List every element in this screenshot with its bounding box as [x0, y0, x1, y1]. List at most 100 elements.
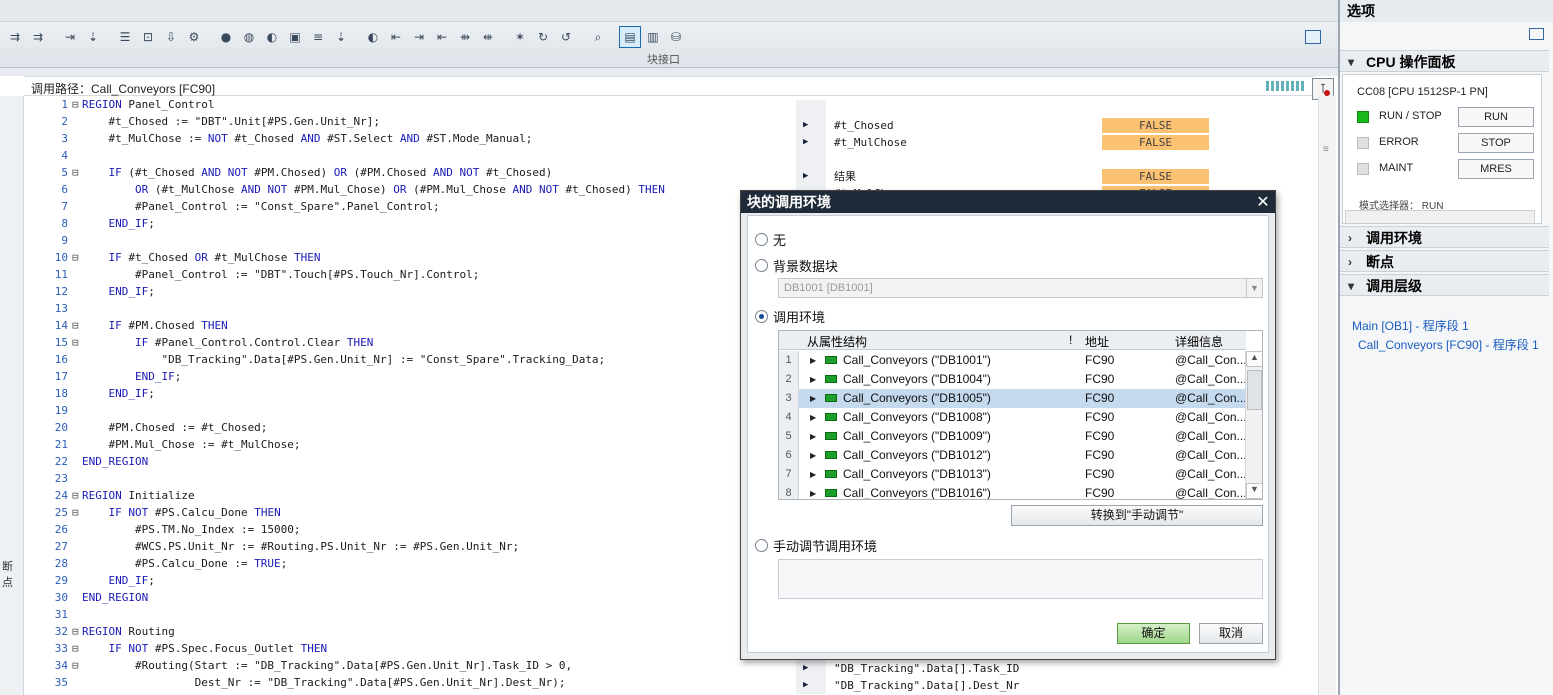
- goto-icon[interactable]: ⇣: [82, 26, 104, 48]
- fold-icon[interactable]: ⊟: [72, 96, 82, 113]
- expand-icon[interactable]: ▶: [796, 168, 826, 185]
- code-line[interactable]: 15 ⊟ IF #Panel_Control.Control.Clear THEN: [24, 334, 796, 351]
- editor-splitter[interactable]: [0, 68, 1338, 76]
- col-address[interactable]: 地址: [1085, 333, 1109, 350]
- expand-icon[interactable]: [796, 151, 826, 168]
- expand-icon[interactable]: [796, 100, 826, 117]
- expand-icon[interactable]: ▶: [810, 389, 816, 408]
- ok-button[interactable]: 确定: [1117, 623, 1190, 644]
- breakpoint-gutter[interactable]: 断点: [0, 96, 24, 695]
- call-environment-row[interactable]: 8 ▶ Call_Conveyors ("DB1016") FC90 @Call_Con…: [779, 484, 1247, 499]
- code-line[interactable]: 9: [24, 232, 796, 249]
- cpu-panel-section[interactable]: ▾ CPU 操作面板: [1340, 50, 1549, 72]
- radio-manual[interactable]: [755, 539, 768, 552]
- expand-icon[interactable]: ▶: [810, 465, 816, 484]
- indent-less-icon[interactable]: ⇥: [408, 26, 430, 48]
- scl-code-editor[interactable]: 1 ⊟ REGION Panel_Control 2 #t_Chosed := "DB…: [24, 96, 796, 695]
- fold-icon[interactable]: ⊟: [72, 164, 82, 181]
- code-line[interactable]: 20 #PM.Chosed := #t_Chosed;: [24, 419, 796, 436]
- code-line[interactable]: 13: [24, 300, 796, 317]
- align-icon[interactable]: ⇉: [27, 26, 49, 48]
- call-environment-row[interactable]: 2 ▶ Call_Conveyors ("DB1004") FC90 @Call_Con…: [779, 370, 1247, 389]
- code-line[interactable]: 6 OR (#t_MulChose AND NOT #PM.Mul_Chose)…: [24, 181, 796, 198]
- expand-icon[interactable]: ▶: [810, 370, 816, 389]
- database-icon[interactable]: ⛁: [665, 26, 687, 48]
- expand-icon[interactable]: ▶: [810, 351, 816, 370]
- close-icon[interactable]: ✕: [1253, 192, 1273, 212]
- code-line[interactable]: 23: [24, 470, 796, 487]
- call-hierarchy-section[interactable]: ▾ 调用层级: [1340, 274, 1549, 296]
- call-hierarchy-item[interactable]: Main [OB1] - 程序段 1: [1352, 317, 1469, 334]
- manual-call-environment-field[interactable]: [778, 559, 1263, 599]
- snippet-icon[interactable]: ✶: [509, 26, 531, 48]
- expand-icon[interactable]: ▶: [810, 408, 816, 427]
- watch-list-icon[interactable]: ▣: [284, 26, 306, 48]
- expand-icon[interactable]: ▶: [796, 677, 826, 694]
- scroll-thumb[interactable]: [1247, 370, 1262, 410]
- code-line[interactable]: 16 "DB_Tracking".Data[#PS.Gen.Unit_Nr] :…: [24, 351, 796, 368]
- code-line[interactable]: 5 ⊟ IF (#t_Chosed AND NOT #PM.Chosed) OR …: [24, 164, 796, 181]
- call-environment-row[interactable]: 7 ▶ Call_Conveyors ("DB1013") FC90 @Call_Con…: [779, 465, 1247, 484]
- code-line[interactable]: 21 #PM.Mul_Chose := #t_MulChose;: [24, 436, 796, 453]
- code-line[interactable]: 8 END_IF;: [24, 215, 796, 232]
- code-line[interactable]: 26 #PS.TM.No_Index := 15000;: [24, 521, 796, 538]
- code-line[interactable]: 28 #PS.Calcu_Done := TRUE;: [24, 555, 796, 572]
- uncomment-icon[interactable]: ⇺: [477, 26, 499, 48]
- code-line[interactable]: 11 #Panel_Control := "DBT".Touch[#PS.Tou…: [24, 266, 796, 283]
- code-line[interactable]: 27 #WCS.PS.Unit_Nr := #Routing.PS.Unit_N…: [24, 538, 796, 555]
- fold-icon[interactable]: ⊟: [72, 504, 82, 521]
- cancel-button[interactable]: 取消: [1199, 623, 1263, 644]
- option-manual[interactable]: 手动调节调用环境: [755, 536, 877, 555]
- code-line[interactable]: 33 ⊟ IF NOT #PS.Spec.Focus_Outlet THEN: [24, 640, 796, 657]
- breakpoint-clear-icon[interactable]: ◍: [238, 26, 260, 48]
- expand-icon[interactable]: ▶: [796, 117, 826, 134]
- scroll-up-icon[interactable]: ▲: [1246, 351, 1262, 367]
- option-call-environment[interactable]: 调用环境: [755, 307, 825, 326]
- expand-icon[interactable]: ▶: [810, 446, 816, 465]
- radio-call-environment[interactable]: [755, 310, 768, 323]
- code-line[interactable]: 14 ⊟ IF #PM.Chosed THEN: [24, 317, 796, 334]
- editor-scrollbar[interactable]: ≡: [1318, 96, 1336, 695]
- cpu-panel-scrollbar[interactable]: [1345, 210, 1535, 224]
- download-icon[interactable]: ⇩: [160, 26, 182, 48]
- fold-icon[interactable]: ⊟: [72, 334, 82, 351]
- code-line[interactable]: 12 END_IF;: [24, 283, 796, 300]
- col-details[interactable]: 详细信息: [1175, 333, 1223, 350]
- code-line[interactable]: 10 ⊟ IF #t_Chosed OR #t_MulChose THEN: [24, 249, 796, 266]
- call-environment-row[interactable]: 1 ▶ Call_Conveyors ("DB1001") FC90 @Call_Con…: [779, 351, 1247, 370]
- grid-scrollbar[interactable]: ▲ ▼: [1245, 351, 1262, 499]
- stack-icon[interactable]: ≡: [307, 26, 329, 48]
- step-icon[interactable]: ⇣: [330, 26, 352, 48]
- expand-icon[interactable]: ▶: [796, 660, 826, 677]
- code-line[interactable]: 1 ⊟ REGION Panel_Control: [24, 96, 796, 113]
- compile-icon[interactable]: ⚙: [183, 26, 205, 48]
- monitor-icon[interactable]: ⊡: [137, 26, 159, 48]
- code-line[interactable]: 17 END_IF;: [24, 368, 796, 385]
- code-line[interactable]: 4: [24, 147, 796, 164]
- code-line[interactable]: 22 END_REGION: [24, 453, 796, 470]
- code-line[interactable]: 7 #Panel_Control := "Const_Spare".Panel_…: [24, 198, 796, 215]
- code-line[interactable]: 3 #t_MulChose := NOT #t_Chosed AND #ST.S…: [24, 130, 796, 147]
- rewind-icon[interactable]: ↺: [555, 26, 577, 48]
- call-environment-row[interactable]: 6 ▶ Call_Conveyors ("DB1012") FC90 @Call_Con…: [779, 446, 1247, 465]
- code-line[interactable]: 30 END_REGION: [24, 589, 796, 606]
- scroll-down-icon[interactable]: ▼: [1246, 483, 1262, 499]
- block-interface-icon[interactable]: ▤: [619, 26, 641, 48]
- refresh-icon[interactable]: ↻: [532, 26, 554, 48]
- compare-icon[interactable]: ▥: [642, 26, 664, 48]
- expand-icon[interactable]: ▶: [796, 134, 826, 151]
- fold-icon[interactable]: ⊟: [72, 640, 82, 657]
- breakpoints-section[interactable]: › 断点: [1340, 250, 1549, 272]
- call-environment-row[interactable]: 3 ▶ Call_Conveyors ("DB1005") FC90 @Call_Con…: [779, 389, 1247, 408]
- col-flag[interactable]: !: [1069, 333, 1072, 347]
- fold-icon[interactable]: ⊟: [72, 249, 82, 266]
- call-environment-row[interactable]: 4 ▶ Call_Conveyors ("DB1008") FC90 @Call_Con…: [779, 408, 1247, 427]
- code-line[interactable]: 31: [24, 606, 796, 623]
- code-line[interactable]: 35 Dest_Nr := "DB_Tracking".Data[#PS.Gen…: [24, 674, 796, 691]
- radio-none[interactable]: [755, 233, 768, 246]
- code-line[interactable]: 25 ⊟ IF NOT #PS.Calcu_Done THEN: [24, 504, 796, 521]
- call-environment-row[interactable]: 5 ▶ Call_Conveyors ("DB1009") FC90 @Call_Con…: [779, 427, 1247, 446]
- navigate-icon[interactable]: ◐: [362, 26, 384, 48]
- code-line[interactable]: 34 ⊟ #Routing(Start := "DB_Tracking".Data…: [24, 657, 796, 674]
- fold-icon[interactable]: ⊟: [72, 487, 82, 504]
